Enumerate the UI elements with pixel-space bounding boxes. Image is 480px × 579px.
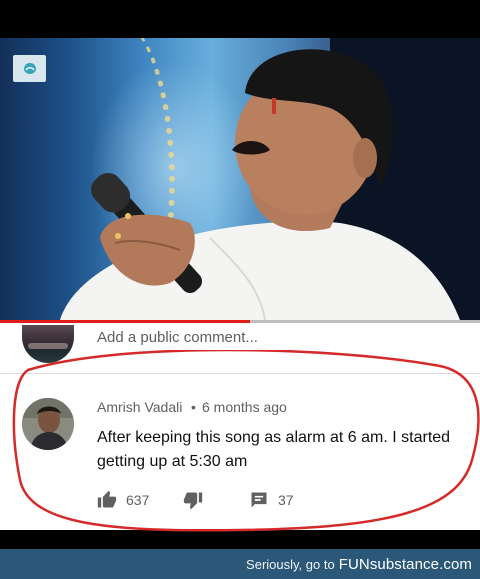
like-count: 637 <box>126 492 150 508</box>
commenter-avatar[interactable] <box>22 398 74 450</box>
singer-image <box>60 38 480 320</box>
comment-actions: 637 37 <box>97 488 337 512</box>
comment-icon <box>251 492 267 508</box>
comment-timestamp: 6 months ago <box>202 399 287 415</box>
video-player[interactable] <box>0 38 480 320</box>
reply-button[interactable]: 37 <box>249 488 294 512</box>
comment-text: After keeping this song as alarm at 6 am… <box>97 429 451 470</box>
watermark-text: Seriously, go to <box>246 556 335 572</box>
comment-item: Amrish Vadali • 6 months ago After keepi… <box>0 380 480 530</box>
divider <box>0 373 480 374</box>
like-button[interactable]: 637 <box>97 488 149 512</box>
watermark-brand: FUNsubstance.com <box>338 555 472 573</box>
comment-author[interactable]: Amrish Vadali <box>97 399 182 415</box>
watermark-bar: Seriously, go to FUNsubstance.com <box>0 549 480 579</box>
comment-separator: • <box>191 399 196 415</box>
channel-logo-icon <box>13 55 46 82</box>
reply-count: 37 <box>278 492 294 508</box>
avatar <box>22 325 74 363</box>
thumbs-down-icon <box>183 492 203 510</box>
comments-section: Add a public comment... Amrish Vadali • … <box>0 320 480 530</box>
add-comment-input[interactable]: Add a public comment... <box>97 329 258 346</box>
add-comment-row[interactable]: Add a public comment... <box>0 323 480 367</box>
thumbs-up-icon <box>97 490 117 508</box>
dislike-button[interactable] <box>183 488 203 512</box>
